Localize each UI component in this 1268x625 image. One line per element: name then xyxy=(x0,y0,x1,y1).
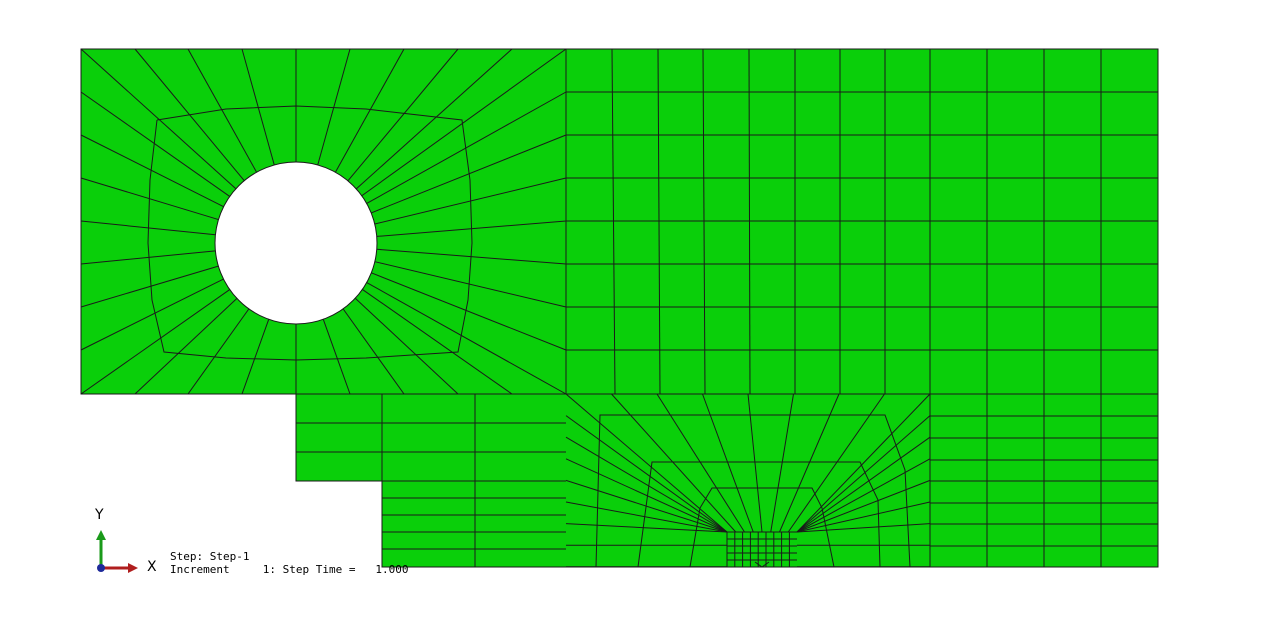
increment-prefix: Increment xyxy=(170,563,230,576)
y-axis-label: Y xyxy=(95,507,104,523)
circular-hole xyxy=(214,161,378,325)
mesh-viewport[interactable] xyxy=(0,0,1268,625)
increment-value: 1 xyxy=(262,563,270,576)
y-axis-arrowhead xyxy=(96,530,106,540)
x-axis-label: X xyxy=(147,559,157,575)
step-label: Step: Step-1 xyxy=(170,550,250,563)
part-geometry xyxy=(80,48,1159,568)
x-axis-arrowhead xyxy=(128,563,138,573)
step-time-label: Step Time = xyxy=(282,563,356,576)
axis-triad xyxy=(96,530,138,573)
step-info-block: Step: Step-1 Increment 1: Step Time = 1.… xyxy=(170,550,409,576)
step-time-value: 1.000 xyxy=(375,563,409,576)
origin-marker xyxy=(97,564,105,572)
